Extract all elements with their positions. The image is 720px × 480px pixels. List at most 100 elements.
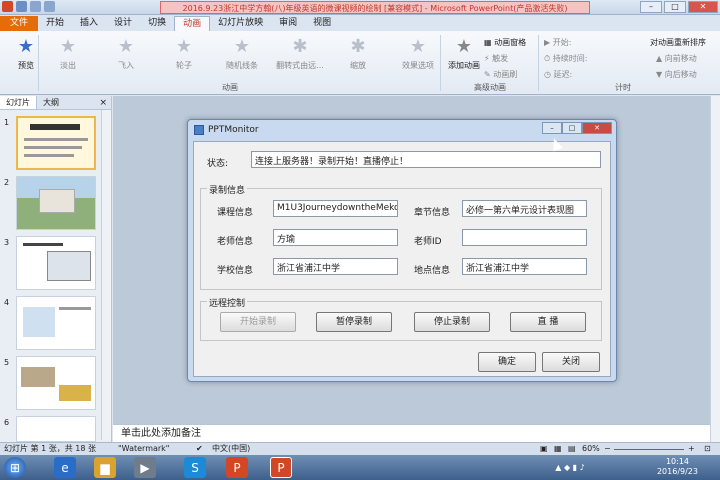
tab-insert[interactable]: 插入 bbox=[72, 16, 106, 31]
slide-thumbnail[interactable]: 5 bbox=[2, 356, 98, 412]
slide-preview bbox=[16, 296, 96, 350]
powerpoint-icon[interactable]: P bbox=[226, 457, 248, 478]
pause-record-button[interactable]: 暂停录制 bbox=[316, 312, 392, 332]
zoom-slider[interactable] bbox=[614, 449, 684, 450]
trigger-button[interactable]: ⚡ 触发 bbox=[484, 53, 508, 64]
star-icon: ★ bbox=[233, 35, 251, 57]
ok-button[interactable]: 确定 bbox=[478, 352, 536, 372]
animation-wheel-button[interactable]: ★ 轮子 bbox=[160, 35, 208, 71]
normal-view-icon[interactable]: ▣ bbox=[540, 443, 548, 455]
minimize-button[interactable]: – bbox=[640, 1, 662, 13]
powerpoint-active-icon[interactable]: P bbox=[270, 457, 292, 478]
tab-slideshow[interactable]: 幻灯片放映 bbox=[210, 16, 271, 31]
close-panel-icon[interactable]: × bbox=[95, 96, 111, 109]
course-field[interactable]: M1U3JourneydowntheMekong bbox=[273, 200, 398, 217]
app-icon bbox=[194, 125, 204, 135]
animation-zoom-button[interactable]: ✱ 缩放 bbox=[334, 35, 382, 71]
slide-thumbnail[interactable]: 4 bbox=[2, 296, 98, 352]
duration-field[interactable]: ⏱ 持续时间: bbox=[544, 53, 588, 64]
slide-preview bbox=[16, 236, 96, 290]
teacher-id-label: 老师ID bbox=[414, 237, 442, 247]
slide-thumbnail[interactable]: 1 bbox=[2, 116, 98, 172]
slide-thumbnail[interactable]: 6 bbox=[2, 416, 98, 442]
tab-review[interactable]: 审阅 bbox=[271, 16, 305, 31]
powerpoint-logo-icon bbox=[2, 1, 13, 12]
undo-icon[interactable] bbox=[30, 1, 41, 12]
teacher-field[interactable]: 方瑜 bbox=[273, 229, 398, 246]
start-dropdown[interactable]: ▶ 开始: bbox=[544, 37, 571, 48]
skype-icon[interactable]: S bbox=[184, 457, 206, 478]
chapter-field[interactable]: 必修一第六单元设计表现图 bbox=[462, 200, 587, 217]
add-animation-button[interactable]: ★ 添加动画 bbox=[440, 35, 488, 71]
tab-animations[interactable]: 动画 bbox=[174, 16, 211, 31]
start-record-button[interactable]: 开始录制 bbox=[220, 312, 296, 332]
dialog-maximize-button[interactable]: □ bbox=[562, 122, 582, 134]
divider bbox=[538, 35, 539, 91]
panel-scrollbar[interactable] bbox=[101, 110, 111, 440]
status-label: 状态: bbox=[207, 159, 229, 169]
close-button[interactable]: ✕ bbox=[688, 1, 718, 13]
spellcheck-icon[interactable]: ✔ bbox=[196, 443, 203, 455]
zoom-level[interactable]: 60% bbox=[582, 443, 600, 455]
tab-file[interactable]: 文件 bbox=[0, 16, 39, 31]
dialog-close-button[interactable]: ✕ bbox=[582, 122, 612, 134]
location-field[interactable]: 浙江省浦江中学 bbox=[462, 258, 587, 275]
tab-view[interactable]: 视图 bbox=[305, 16, 339, 31]
slides-panel: 幻灯片 大纲 × 1 2 3 4 5 6 bbox=[0, 96, 112, 442]
status-field: 连接上服务器！录制开始！直播停止！ bbox=[251, 151, 601, 168]
preview-button[interactable]: ★ 预览 bbox=[2, 35, 50, 71]
slide-thumbnail[interactable]: 3 bbox=[2, 236, 98, 292]
slide-thumbnail[interactable]: 2 bbox=[2, 176, 98, 232]
system-tray-icons[interactable]: ▲ ◆ ▮ ♪ bbox=[540, 457, 600, 478]
tab-slides[interactable]: 幻灯片 bbox=[0, 96, 37, 109]
star-icon: ★ bbox=[409, 35, 427, 57]
teacher-label: 老师信息 bbox=[217, 237, 254, 247]
tab-home[interactable]: 开始 bbox=[38, 16, 72, 31]
save-icon[interactable] bbox=[16, 1, 27, 12]
start-menu-icon[interactable]: ⊞ bbox=[4, 457, 26, 478]
animation-pane-button[interactable]: ▦ 动画窗格 bbox=[484, 37, 526, 48]
animation-grow-turn-button[interactable]: ✱ 翻转式由远... bbox=[276, 35, 324, 71]
quick-access-toolbar bbox=[2, 1, 55, 12]
animation-random-bars-button[interactable]: ★ 随机线条 bbox=[218, 35, 266, 71]
panel-tabs: 幻灯片 大纲 × bbox=[0, 96, 111, 110]
slide-preview bbox=[16, 356, 96, 410]
effect-options-button[interactable]: ★ 效果选项 bbox=[394, 35, 442, 71]
stop-record-button[interactable]: 停止录制 bbox=[414, 312, 490, 332]
delay-field[interactable]: ◷ 延迟: bbox=[544, 69, 572, 80]
move-earlier-button[interactable]: ▲ 向前移动 bbox=[656, 53, 697, 64]
dialog-body: 状态: 连接上服务器！录制开始！直播停止！ 录制信息 课程信息 M1U3Jour… bbox=[193, 141, 611, 377]
dialog-minimize-button[interactable]: – bbox=[542, 122, 562, 134]
maximize-button[interactable]: □ bbox=[664, 1, 686, 13]
reading-view-icon[interactable]: ▤ bbox=[568, 443, 576, 455]
tab-design[interactable]: 设计 bbox=[106, 16, 140, 31]
record-info-title: 录制信息 bbox=[207, 183, 248, 196]
tab-transitions[interactable]: 切换 bbox=[140, 16, 174, 31]
taskbar-clock[interactable]: 10:14 2016/9/23 bbox=[657, 457, 698, 477]
zoom-in-icon[interactable]: + bbox=[688, 443, 695, 455]
vertical-scrollbar[interactable] bbox=[710, 96, 720, 442]
dialog-close-action-button[interactable]: 关闭 bbox=[542, 352, 600, 372]
group-label-timing: 计时 bbox=[615, 83, 631, 92]
teacher-id-field[interactable] bbox=[462, 229, 587, 246]
animation-painter-button[interactable]: ✎ 动画刷 bbox=[484, 69, 517, 80]
star-icon: ★ bbox=[117, 35, 135, 57]
school-field[interactable]: 浙江省浦江中学 bbox=[273, 258, 398, 275]
zoom-out-icon[interactable]: − bbox=[604, 443, 611, 455]
slide-sorter-icon[interactable]: ▦ bbox=[554, 443, 562, 455]
ribbon-tabs: 文件 开始 插入 设计 切换 动画 幻灯片放映 审阅 视图 bbox=[0, 15, 720, 31]
internet-explorer-icon[interactable]: e bbox=[54, 457, 76, 478]
move-later-button[interactable]: ▼ 向后移动 bbox=[656, 69, 697, 80]
tab-outline[interactable]: 大纲 bbox=[37, 96, 65, 109]
window-title: 2016.9.23浙江中学方翰(八)年级英语的微课视频的绘制 [兼容模式] - … bbox=[160, 1, 590, 14]
fit-slide-icon[interactable]: ⊡ bbox=[704, 443, 711, 455]
redo-icon[interactable] bbox=[44, 1, 55, 12]
animation-fly-in-button[interactable]: ★ 飞入 bbox=[102, 35, 150, 71]
media-player-icon[interactable]: ▶ bbox=[134, 457, 156, 478]
animation-fade-button[interactable]: ★ 淡出 bbox=[44, 35, 92, 71]
theme-name: "Watermark" bbox=[118, 444, 170, 453]
slide-preview bbox=[16, 176, 96, 230]
live-button[interactable]: 直 播 bbox=[510, 312, 586, 332]
file-explorer-icon[interactable]: ▆ bbox=[94, 457, 116, 478]
notes-pane[interactable]: 单击此处添加备注 bbox=[113, 424, 710, 442]
